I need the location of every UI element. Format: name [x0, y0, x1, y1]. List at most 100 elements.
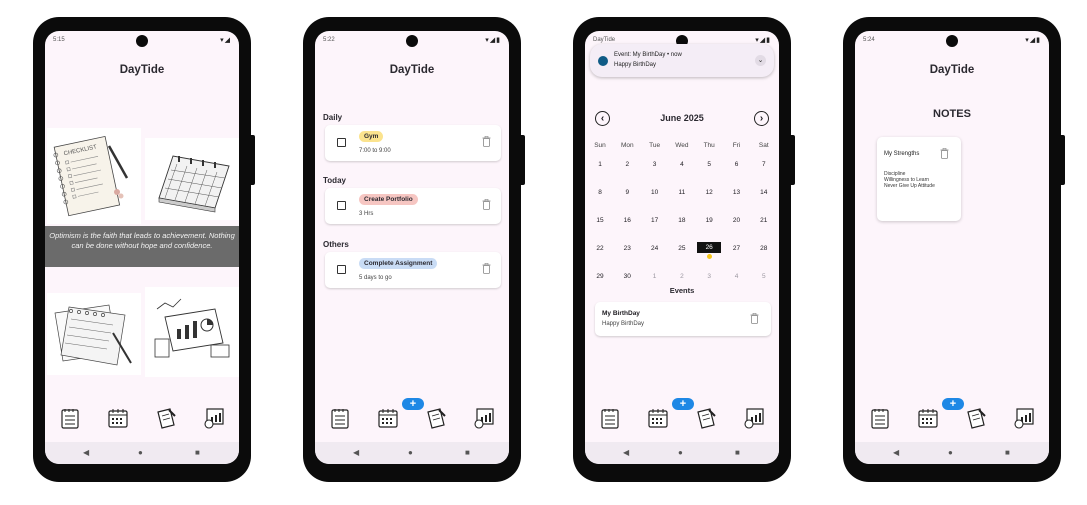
task-checkbox[interactable]	[337, 201, 346, 210]
recents-button[interactable]: ■	[1005, 448, 1010, 457]
selected-day-cell[interactable]: 26	[697, 242, 722, 253]
back-button[interactable]: ◀	[623, 448, 629, 457]
calendar-tab-icon[interactable]	[107, 406, 129, 430]
weekday-label: Fri	[732, 142, 741, 149]
stats-tab-icon[interactable]	[743, 406, 765, 430]
back-button[interactable]: ◀	[893, 448, 899, 457]
notes-tab-icon[interactable]	[425, 406, 447, 430]
calendar-tab-icon[interactable]	[917, 406, 939, 430]
day-cell[interactable]: 2	[615, 161, 639, 168]
tasks-tab-icon[interactable]	[599, 406, 621, 430]
day-cell[interactable]: 19	[697, 217, 721, 224]
event-notification[interactable]: Event: My BirthDay • now Happy BirthDay …	[590, 44, 774, 77]
day-cell[interactable]: 28	[752, 245, 776, 252]
expand-chevron-icon[interactable]: ⌄	[755, 55, 766, 66]
day-cell[interactable]: 18	[670, 217, 694, 224]
day-cell[interactable]: 9	[615, 189, 639, 196]
calendar-tab-icon[interactable]	[377, 406, 399, 430]
stats-tab-icon[interactable]	[473, 406, 495, 430]
trash-icon[interactable]	[482, 263, 491, 274]
day-cell[interactable]: 4	[670, 161, 694, 168]
day-cell[interactable]: 3	[697, 273, 721, 280]
day-cell[interactable]: 13	[725, 189, 749, 196]
home-button[interactable]: ●	[948, 448, 953, 457]
camera-cutout	[406, 35, 418, 47]
notes-tab-icon[interactable]	[695, 406, 717, 430]
notes-screen: 5:24 ▾◢▮ DayTide NOTES My Strengths Disc…	[855, 31, 1049, 464]
bottom-tab-bar: +	[315, 398, 509, 440]
day-cell[interactable]: 29	[588, 273, 612, 280]
back-button[interactable]: ◀	[83, 448, 89, 457]
trash-icon[interactable]	[482, 199, 491, 210]
status-app-name: DayTide	[593, 37, 616, 43]
day-cell[interactable]: 5	[697, 161, 721, 168]
task-duration: 3 Hrs	[359, 211, 374, 217]
day-cell[interactable]: 12	[697, 189, 721, 196]
day-cell[interactable]: 23	[615, 245, 639, 252]
task-card-portfolio[interactable]: Create Portfolio 3 Hrs	[325, 188, 501, 224]
tasks-tab-icon[interactable]	[59, 406, 81, 430]
day-cell[interactable]: 5	[752, 273, 776, 280]
day-cell[interactable]: 17	[643, 217, 667, 224]
back-button[interactable]: ◀	[353, 448, 359, 457]
day-cell[interactable]: 3	[643, 161, 667, 168]
phone-frame-4: 5:24 ▾◢▮ DayTide NOTES My Strengths Disc…	[843, 17, 1065, 482]
notification-body: Happy BirthDay	[614, 62, 657, 68]
day-cell[interactable]: 8	[588, 189, 612, 196]
day-cell[interactable]: 4	[725, 273, 749, 280]
day-cell[interactable]: 22	[588, 245, 612, 252]
note-card[interactable]: My Strengths Discipline Willingness to L…	[877, 137, 961, 221]
home-button[interactable]: ●	[678, 448, 683, 457]
day-cell[interactable]: 11	[670, 189, 694, 196]
note-title: My Strengths	[884, 151, 920, 157]
day-cell[interactable]: 25	[670, 245, 694, 252]
camera-cutout	[136, 35, 148, 47]
system-nav-bar: ◀ ● ■	[585, 442, 779, 464]
recents-button[interactable]: ■	[735, 448, 740, 457]
day-cell[interactable]: 10	[643, 189, 667, 196]
task-card-assignment[interactable]: Complete Assignment 5 days to go	[325, 252, 501, 288]
day-cell[interactable]: 27	[725, 245, 749, 252]
add-button[interactable]: +	[672, 398, 694, 410]
day-cell[interactable]: 1	[643, 273, 667, 280]
day-cell[interactable]: 20	[725, 217, 749, 224]
day-cell[interactable]: 2	[670, 273, 694, 280]
calendar-tab-icon[interactable]	[647, 406, 669, 430]
day-cell[interactable]: 30	[615, 273, 639, 280]
task-duration: 7:00 to 9:00	[359, 148, 391, 154]
checklist-illustration: CHECKLIST	[47, 128, 141, 224]
tasks-tab-icon[interactable]	[329, 406, 351, 430]
day-cell[interactable]: 15	[588, 217, 612, 224]
status-time: 5:15	[53, 37, 65, 43]
day-cell[interactable]: 6	[725, 161, 749, 168]
next-month-button[interactable]: ›	[754, 111, 769, 126]
system-nav-bar: ◀ ● ■	[315, 442, 509, 464]
home-button[interactable]: ●	[408, 448, 413, 457]
day-cell[interactable]: 21	[752, 217, 776, 224]
day-cell[interactable]: 7	[752, 161, 776, 168]
notes-tab-icon[interactable]	[155, 406, 177, 430]
stats-tab-icon[interactable]	[203, 406, 225, 430]
event-card[interactable]: My BirthDay Happy BirthDay	[595, 302, 771, 336]
home-button[interactable]: ●	[138, 448, 143, 457]
trash-icon[interactable]	[750, 313, 759, 324]
day-cell[interactable]: 16	[615, 217, 639, 224]
trash-icon[interactable]	[940, 148, 949, 159]
task-checkbox[interactable]	[337, 138, 346, 147]
add-button[interactable]: +	[402, 398, 424, 410]
weekday-label: Mon	[620, 142, 634, 149]
day-cell[interactable]: 24	[643, 245, 667, 252]
notes-tab-icon[interactable]	[965, 406, 987, 430]
phone-frame-3: DayTide ▾◢▮ Event: My BirthDay • now Hap…	[573, 17, 795, 482]
stats-tab-icon[interactable]	[1013, 406, 1035, 430]
recents-button[interactable]: ■	[465, 448, 470, 457]
recents-button[interactable]: ■	[195, 448, 200, 457]
task-card-gym[interactable]: Gym 7:00 to 9:00	[325, 125, 501, 161]
add-button[interactable]: +	[942, 398, 964, 410]
day-cell[interactable]: 14	[752, 189, 776, 196]
trash-icon[interactable]	[482, 136, 491, 147]
weekday-label: Thu	[703, 142, 715, 149]
tasks-tab-icon[interactable]	[869, 406, 891, 430]
day-cell[interactable]: 1	[588, 161, 612, 168]
task-checkbox[interactable]	[337, 265, 346, 274]
